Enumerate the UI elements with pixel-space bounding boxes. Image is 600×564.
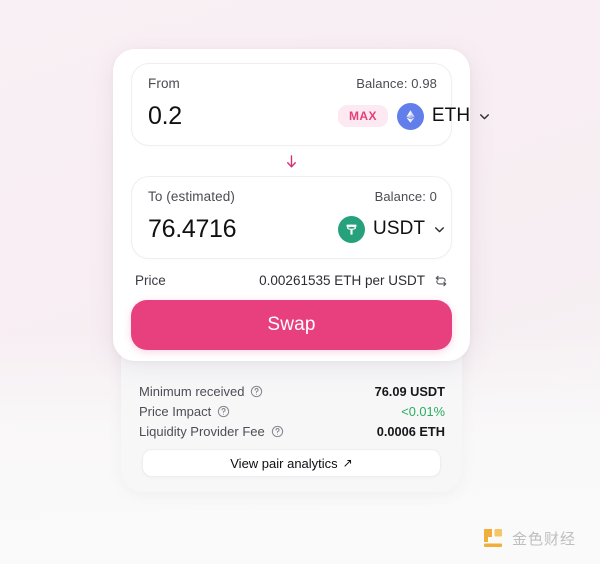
chevron-down-icon	[480, 113, 490, 119]
help-circle-icon[interactable]	[271, 425, 284, 438]
help-circle-icon[interactable]	[250, 385, 263, 398]
arrow-down-icon[interactable]	[284, 153, 299, 170]
page-background: From Balance: 0.98 MAX	[0, 0, 600, 564]
price-value-group: 0.00261535 ETH per USDT	[259, 273, 448, 288]
from-panel-body: MAX ETH	[148, 99, 490, 133]
price-label: Price	[135, 273, 166, 288]
detail-label: Minimum received	[139, 383, 245, 399]
watermark: 金色财经	[481, 526, 576, 550]
to-token-panel: To (estimated) Balance: 0 USDT	[131, 176, 452, 259]
swap-card: From Balance: 0.98 MAX	[113, 49, 490, 361]
swap-direction-icon[interactable]	[434, 274, 448, 288]
to-panel-header: To (estimated) Balance: 0	[148, 189, 437, 204]
to-panel-controls: USDT	[338, 215, 446, 243]
from-amount-input[interactable]	[148, 101, 338, 131]
view-pair-analytics-button[interactable]: View pair analytics ↗	[142, 449, 441, 477]
detail-value: <0.01%	[401, 403, 445, 419]
to-token-selector[interactable]: USDT	[338, 215, 446, 243]
jinse-logo-icon	[481, 526, 505, 550]
detail-row-price-impact: Price Impact <0.01%	[139, 401, 445, 421]
swap-details-list: Minimum received 76.09 USDT Price Impact…	[139, 381, 445, 441]
ethereum-icon	[396, 102, 424, 130]
external-link-arrow-icon: ↗	[342, 456, 353, 470]
chevron-down-icon	[435, 226, 445, 232]
to-balance: Balance: 0	[374, 189, 437, 204]
max-button[interactable]: MAX	[338, 105, 388, 127]
from-balance: Balance: 0.98	[356, 76, 437, 91]
to-panel-body: USDT	[148, 212, 445, 246]
detail-row-minimum-received: Minimum received 76.09 USDT	[139, 381, 445, 401]
from-token-panel: From Balance: 0.98 MAX	[131, 63, 490, 146]
detail-label-group: Price Impact	[139, 404, 230, 419]
price-value: 0.00261535 ETH per USDT	[259, 273, 425, 288]
from-token-selector[interactable]: ETH	[396, 102, 491, 130]
detail-label: Liquidity Provider Fee	[139, 423, 265, 439]
to-label: To (estimated)	[148, 189, 235, 204]
analytics-label: View pair analytics	[230, 455, 338, 471]
help-circle-icon[interactable]	[217, 405, 230, 418]
to-amount-input[interactable]	[148, 214, 338, 244]
detail-label-group: Minimum received	[139, 384, 263, 399]
detail-value: 0.0006 ETH	[376, 423, 445, 439]
swap-button[interactable]: Swap	[131, 300, 452, 350]
detail-label-group: Liquidity Provider Fee	[139, 424, 284, 439]
detail-row-liquidity-provider-fee: Liquidity Provider Fee 0.0006 ETH	[139, 421, 445, 441]
price-row: Price 0.00261535 ETH per USDT	[131, 259, 452, 300]
to-token-symbol: USDT	[373, 218, 426, 239]
watermark-text: 金色财经	[512, 529, 577, 548]
from-panel-header: From Balance: 0.98	[148, 76, 437, 91]
from-token-symbol: ETH	[431, 105, 471, 126]
from-panel-controls: MAX ETH	[338, 102, 491, 130]
tether-icon	[338, 215, 365, 243]
swap-direction-divider	[131, 146, 452, 176]
detail-label: Price Impact	[139, 403, 212, 419]
detail-value: 76.09 USDT	[374, 383, 445, 399]
from-label: From	[148, 76, 180, 91]
